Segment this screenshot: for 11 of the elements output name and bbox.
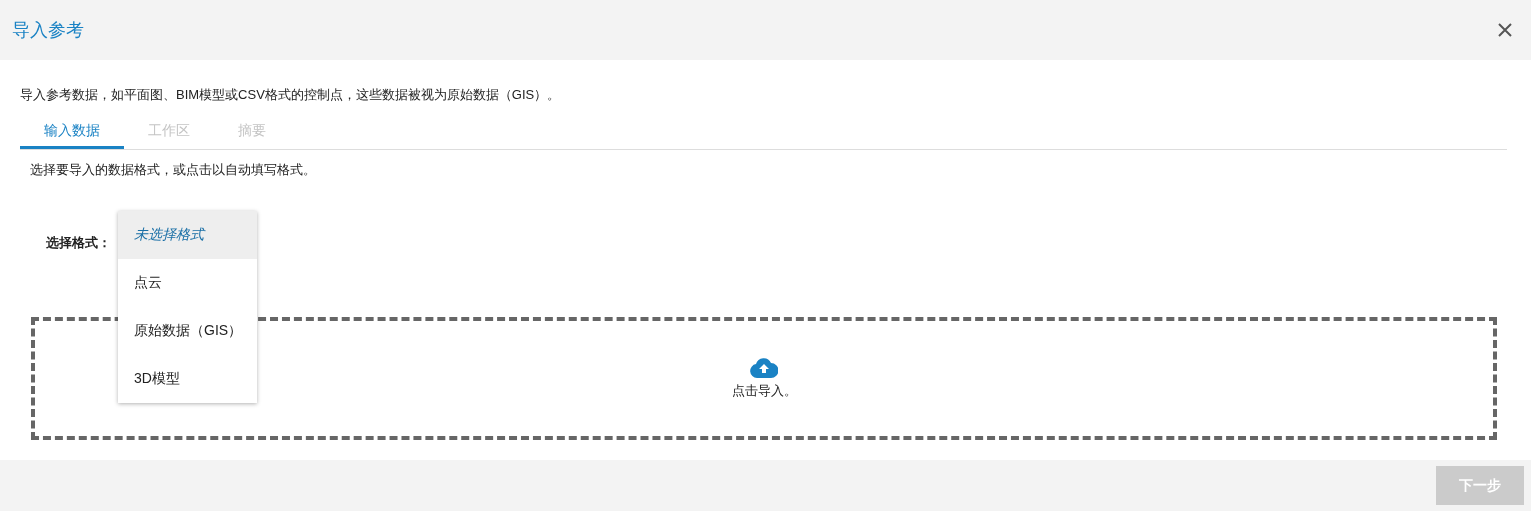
dialog-title: 导入参考: [12, 19, 84, 42]
instruction-text: 选择要导入的数据格式，或点击以自动填写格式。: [30, 161, 316, 179]
dropdown-option[interactable]: 3D模型: [118, 355, 257, 403]
dropdown-option[interactable]: 点云: [118, 259, 257, 307]
tab[interactable]: 输入数据: [20, 115, 124, 149]
close-icon[interactable]: [1497, 22, 1513, 38]
description-text: 导入参考数据，如平面图、BIM模型或CSV格式的控制点，这些数据被视为原始数据（GIS）。: [20, 86, 561, 104]
cloud-upload-icon: [750, 357, 778, 378]
drop-zone-text: 点击导入。: [731, 381, 797, 400]
field-label: 选择格式：: [46, 234, 111, 252]
dropdown-option[interactable]: 未选择格式: [118, 211, 257, 259]
